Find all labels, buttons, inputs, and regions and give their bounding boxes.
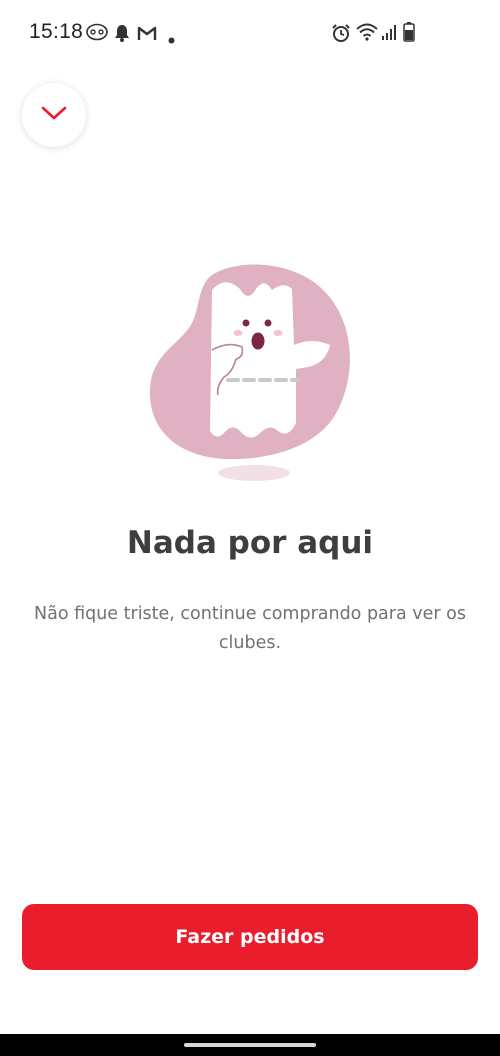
battery-icon: [403, 22, 415, 46]
gmail-icon: [137, 25, 157, 45]
bell-icon: [114, 24, 130, 46]
empty-state-illustration: [140, 255, 360, 490]
game-controller-icon: [86, 23, 108, 45]
empty-state-title: Nada por aqui: [126, 525, 374, 561]
chevron-down-icon: [41, 105, 67, 125]
signal-icon: [381, 24, 397, 45]
make-order-button-label: Fazer pedidos: [175, 926, 325, 948]
home-indicator[interactable]: [184, 1043, 316, 1047]
empty-state-description: Não fique triste, continue comprando par…: [34, 604, 466, 653]
collapse-button[interactable]: [22, 83, 86, 147]
ghost-ticket-icon: [149, 264, 350, 481]
make-order-button[interactable]: Fazer pedidos: [22, 904, 478, 970]
alarm-icon: [331, 23, 351, 47]
wifi-icon: [356, 23, 378, 45]
status-time: 15:18: [29, 20, 84, 43]
status-bar: 15:18: [0, 0, 500, 64]
dot-icon: [168, 29, 175, 48]
